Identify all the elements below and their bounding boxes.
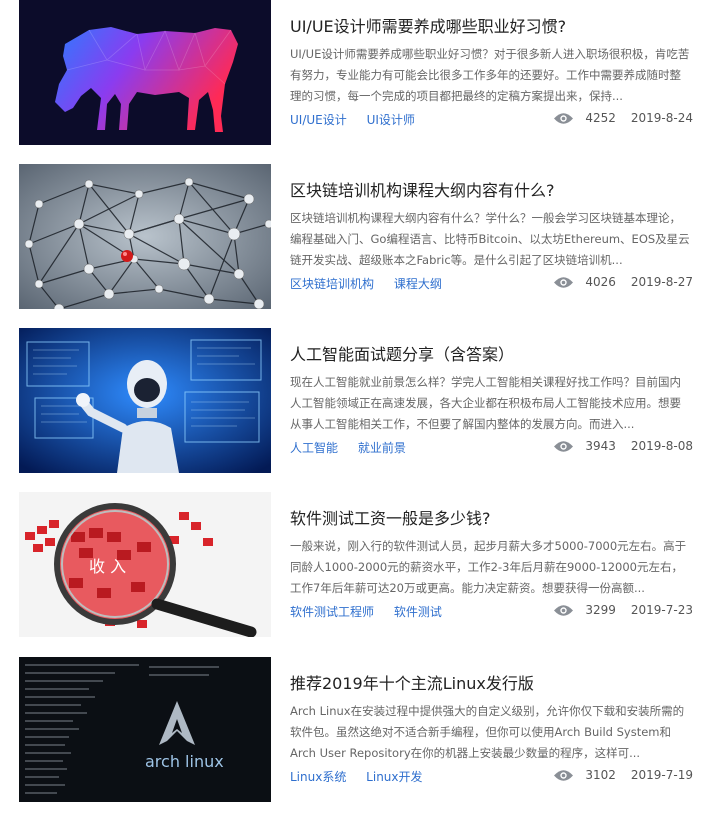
article-title[interactable]: 人工智能面试题分享（含答案） <box>290 341 514 365</box>
article-tags: UI/UE设计 UI设计师 <box>290 111 431 128</box>
arch-linux-image: arch linux <box>19 657 271 802</box>
article-title[interactable]: 软件测试工资一般是多少钱? <box>290 505 491 529</box>
article-title[interactable]: 推荐2019年十个主流Linux发行版 <box>290 670 534 694</box>
article-summary: Arch Linux在安装过程中提供强大的自定义级别，允许你仅下载和安装所需的软… <box>290 704 685 760</box>
view-count: 4026 <box>585 275 616 289</box>
article-thumbnail[interactable] <box>19 164 271 309</box>
article-tags: 人工智能 就业前景 <box>290 439 422 456</box>
article-item[interactable]: 人工智能面试题分享（含答案） 现在人工智能就业前景怎么样？学完人工智能相关课程好… <box>0 328 712 478</box>
tag-link[interactable]: UI/UE设计 <box>290 113 347 127</box>
article-tags: 软件测试工程师 软件测试 <box>290 603 458 620</box>
publish-date: 2019-8-24 <box>630 111 693 125</box>
article-summary: 现在人工智能就业前景怎么样？学完人工智能相关课程好找工作吗？目前国内人工智能领域… <box>290 375 681 431</box>
tag-link[interactable]: 课程大纲 <box>394 277 442 291</box>
image-caption: arch linux <box>145 752 224 771</box>
eye-icon <box>554 769 574 781</box>
article-title[interactable]: UI/UE设计师需要养成哪些职业好习惯? <box>290 13 566 37</box>
tag-link[interactable]: UI设计师 <box>367 113 415 127</box>
blockchain-image <box>19 164 271 309</box>
eye-icon <box>554 604 574 616</box>
eye-icon <box>554 276 574 288</box>
eye-icon <box>554 440 574 452</box>
article-list: UI/UE设计师需要养成哪些职业好习惯? UI/UE设计师需要养成哪些职业好习惯… <box>0 0 712 823</box>
article-thumbnail[interactable]: arch linux <box>19 657 271 802</box>
view-count: 3943 <box>585 439 616 453</box>
article-tags: Linux系统 Linux开发 <box>290 768 439 785</box>
view-count: 4252 <box>585 111 616 125</box>
article-meta: 3102 2019-7-19 <box>554 768 693 782</box>
publish-date: 2019-8-27 <box>630 275 693 289</box>
article-body: UI/UE设计师需要养成哪些职业好习惯? UI/UE设计师需要养成哪些职业好习惯… <box>290 0 695 145</box>
article-tags: 区块链培训机构 课程大纲 <box>290 275 458 292</box>
tag-link[interactable]: Linux开发 <box>366 770 422 784</box>
tag-link[interactable]: 人工智能 <box>290 441 338 455</box>
article-summary: UI/UE设计师需要养成哪些职业好习惯？对于很多新人进入职场很积极，肯吃苦有努力… <box>290 47 690 103</box>
image-caption: 收 入 <box>89 557 126 576</box>
tag-link[interactable]: 区块链培训机构 <box>290 277 374 291</box>
article-thumbnail[interactable] <box>19 0 271 145</box>
article-summary: 区块链培训机构课程大纲内容有什么？学什么？一般会学习区块链基本理论，编程基础入门… <box>290 211 690 267</box>
view-count: 3102 <box>585 768 616 782</box>
eye-icon <box>554 112 574 124</box>
publish-date: 2019-8-08 <box>630 439 693 453</box>
article-title[interactable]: 区块链培训机构课程大纲内容有什么? <box>290 177 555 201</box>
publish-date: 2019-7-19 <box>630 768 693 782</box>
ai-robot-image <box>19 328 271 473</box>
horse-image <box>19 0 271 145</box>
article-summary: 一般来说，刚入行的软件测试人员，起步月薪大多才5000-7000元左右。高于同龄… <box>290 539 687 595</box>
article-body: 推荐2019年十个主流Linux发行版 Arch Linux在安装过程中提供强大… <box>290 657 695 802</box>
article-item[interactable]: 收 入 软件测试工资一般是多少钱? 一般来说，刚入行的软件测试人员，起步月薪大多… <box>0 492 712 642</box>
publish-date: 2019-7-23 <box>630 603 693 617</box>
tag-link[interactable]: 软件测试工程师 <box>290 605 374 619</box>
article-body: 区块链培训机构课程大纲内容有什么? 区块链培训机构课程大纲内容有什么？学什么？一… <box>290 164 695 309</box>
article-item[interactable]: arch linux 推荐2019年十个主流Linux发行版 Arch Linu… <box>0 657 712 807</box>
article-body: 人工智能面试题分享（含答案） 现在人工智能就业前景怎么样？学完人工智能相关课程好… <box>290 328 695 473</box>
article-item[interactable]: 区块链培训机构课程大纲内容有什么? 区块链培训机构课程大纲内容有什么？学什么？一… <box>0 164 712 314</box>
magnifier-image: 收 入 <box>19 492 271 637</box>
article-meta: 4026 2019-8-27 <box>554 275 693 289</box>
article-body: 软件测试工资一般是多少钱? 一般来说，刚入行的软件测试人员，起步月薪大多才500… <box>290 492 695 637</box>
tag-link[interactable]: Linux系统 <box>290 770 346 784</box>
tag-link[interactable]: 就业前景 <box>358 441 406 455</box>
article-meta: 3943 2019-8-08 <box>554 439 693 453</box>
article-thumbnail[interactable]: 收 入 <box>19 492 271 637</box>
tag-link[interactable]: 软件测试 <box>394 605 442 619</box>
article-meta: 3299 2019-7-23 <box>554 603 693 617</box>
article-item[interactable]: UI/UE设计师需要养成哪些职业好习惯? UI/UE设计师需要养成哪些职业好习惯… <box>0 0 712 150</box>
view-count: 3299 <box>585 603 616 617</box>
article-meta: 4252 2019-8-24 <box>554 111 693 125</box>
article-thumbnail[interactable] <box>19 328 271 473</box>
